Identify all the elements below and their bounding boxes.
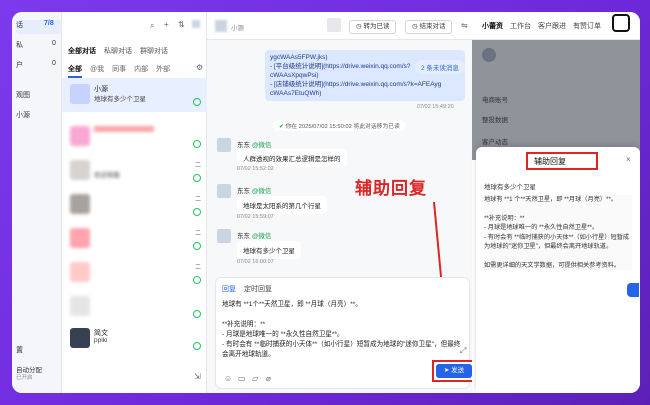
nav-item-customers[interactable]: 户 0 (16, 60, 56, 70)
conv-preview: 地球有多少个卫星 (94, 96, 146, 103)
pin-icon[interactable]: ⇲ (194, 372, 201, 381)
row-tag: 二 (194, 197, 201, 203)
list-item[interactable]: 简文 pplki (62, 322, 207, 356)
tab-group-conversations[interactable]: 群聊对话 (140, 46, 168, 56)
wechat-icon (193, 208, 201, 216)
data-label: 整投数据 (482, 117, 508, 124)
emoji-icon[interactable]: ☺ (224, 374, 232, 383)
list-item[interactable]: 小源 地球有多少个卫星 (62, 78, 207, 112)
assist-answer[interactable]: 地球有 **1 个**天然卫星，即 **月球（月亮）**。 **补充说明：** … (484, 195, 632, 271)
tab-profile[interactable]: 小蕾资 (482, 21, 503, 31)
filter-internal[interactable]: 内部 (134, 64, 148, 78)
nav-label: 私 (16, 42, 23, 49)
assist-question: 地球有多少个卫星 (484, 184, 536, 191)
app-window: 话 7/8 私 0 户 0 观图 小源 置 自动分配 已开启 ⌕ + ⇅ 全部对… (12, 12, 640, 393)
right-panel: 小蕾资 工作台 客户跟进 有赞订单 电商账号 整投数据 客户动态 辅助回复 × … (472, 12, 640, 393)
attachment-icon[interactable]: ⌀ (266, 374, 271, 383)
conv-type-tabs: 全部对话 私聊对话 群聊对话 (68, 46, 168, 56)
conv-filter-tabs: 全部 @我 同事 内部 外部 (68, 64, 170, 78)
nav-count: 7/8 (44, 20, 54, 27)
nav-item-private[interactable]: 私 0 (16, 40, 56, 50)
avatar (482, 48, 496, 62)
background-frame: 话 7/8 私 0 户 0 观图 小源 置 自动分配 已开启 ⌕ + ⇅ 全部对… (0, 0, 650, 405)
row-tag: 二 (194, 163, 201, 169)
annotation-box (432, 360, 476, 382)
nav-count: 0 (52, 40, 56, 47)
wechat-icon (193, 242, 201, 250)
avatar (70, 296, 90, 316)
ecommerce-account-label: 电商账号 (482, 97, 508, 104)
nav-count: 0 (52, 60, 56, 67)
reply-composer: 回复 定时回复 地球有 **1个**天然卫星，即 **月球（月亮）**。 **补… (215, 277, 476, 389)
wechat-icon (193, 174, 201, 182)
nav-item-conversations[interactable]: 话 7/8 (16, 20, 62, 34)
row-tag: 二 (194, 265, 201, 271)
tab-all-conversations[interactable]: 全部对话 (68, 46, 96, 56)
conv-preview: 欢迎观看 (94, 172, 120, 179)
wechat-icon (193, 140, 201, 148)
sort-icon[interactable]: ⇅ (178, 20, 185, 29)
avatar (70, 228, 90, 248)
annotation-box (526, 152, 598, 170)
chat-panel: 小源 ◷ 转为已读 ◷ 结束对话 ⇋ ygcWAAs5FPW.jks) - [平… (207, 12, 476, 393)
filter-colleague[interactable]: 同事 (112, 64, 126, 78)
customer-activity-label: 客户动态 (482, 139, 508, 146)
add-icon[interactable]: + (164, 20, 169, 29)
list-item[interactable]: 二 (62, 256, 207, 290)
conversation-list: ⌕ + ⇅ 全部对话 私聊对话 群聊对话 全部 @我 同事 内部 外部 ⚙ 小源 (62, 12, 207, 393)
conv-preview: pplki (94, 337, 108, 344)
nav-sidebar: 话 7/8 私 0 户 0 观图 小源 置 自动分配 已开启 (12, 12, 62, 393)
nav-settings[interactable]: 置 (16, 345, 23, 355)
close-icon[interactable]: × (626, 155, 631, 164)
avatar (70, 328, 90, 348)
filter-mention[interactable]: @我 (90, 64, 104, 78)
tab-followup[interactable]: 客户跟进 (538, 21, 566, 31)
conv-toolbar: ⌕ + ⇅ (62, 12, 207, 40)
avatar (70, 160, 90, 180)
composer-tabs: 回复 定时回复 (222, 284, 272, 294)
reply-input[interactable]: 地球有 **1个**天然卫星，即 **月球（月亮）**。 **补充说明：** -… (222, 300, 462, 360)
nav-item-view[interactable]: 观图 (16, 90, 30, 100)
row-tag: 二 (194, 231, 201, 237)
avatar (70, 84, 90, 104)
auto-assign-status: 已开启 (16, 375, 33, 381)
tab-workbench[interactable]: 工作台 (510, 21, 531, 31)
avatar (70, 262, 90, 282)
side-float-button[interactable] (627, 283, 639, 297)
qr-code-icon[interactable] (612, 14, 630, 32)
filter-all[interactable]: 全部 (68, 64, 82, 78)
list-item[interactable]: 二 (62, 222, 207, 256)
nav-label: 话 (16, 22, 23, 29)
avatar (70, 194, 90, 214)
nav-item-user[interactable]: 小源 (16, 110, 30, 120)
wechat-icon (193, 276, 201, 284)
image-icon[interactable]: ▭ (238, 374, 246, 383)
tab-timed-reply[interactable]: 定时回复 (244, 284, 272, 294)
assist-reply-panel: 辅助回复 × 地球有多少个卫星 地球有 **1 个**天然卫星，即 **月球（月… (476, 147, 640, 393)
tab-orders[interactable]: 有赞订单 (573, 21, 601, 31)
avatar (192, 20, 200, 28)
folder-icon[interactable]: ▱ (252, 374, 258, 383)
expand-icon[interactable]: ⤢ (460, 346, 466, 356)
search-icon[interactable]: ⌕ (150, 21, 154, 31)
list-item[interactable]: 二 (62, 188, 207, 222)
list-item[interactable] (62, 120, 207, 154)
tab-private-conversations[interactable]: 私聊对话 (104, 46, 132, 56)
list-item[interactable]: 欢迎观看 二 (62, 154, 207, 188)
conv-name (94, 126, 154, 132)
overlay-mask: 电商账号 整投数据 客户动态 (472, 40, 640, 160)
settings-icon[interactable]: ⚙ (196, 63, 203, 72)
wechat-icon (193, 310, 201, 318)
filter-external[interactable]: 外部 (156, 64, 170, 78)
wechat-icon (193, 98, 201, 106)
list-item[interactable] (62, 290, 207, 324)
tab-reply[interactable]: 回复 (222, 284, 236, 294)
avatar (70, 126, 90, 146)
nav-label: 户 (16, 62, 23, 69)
wechat-icon (193, 342, 201, 350)
